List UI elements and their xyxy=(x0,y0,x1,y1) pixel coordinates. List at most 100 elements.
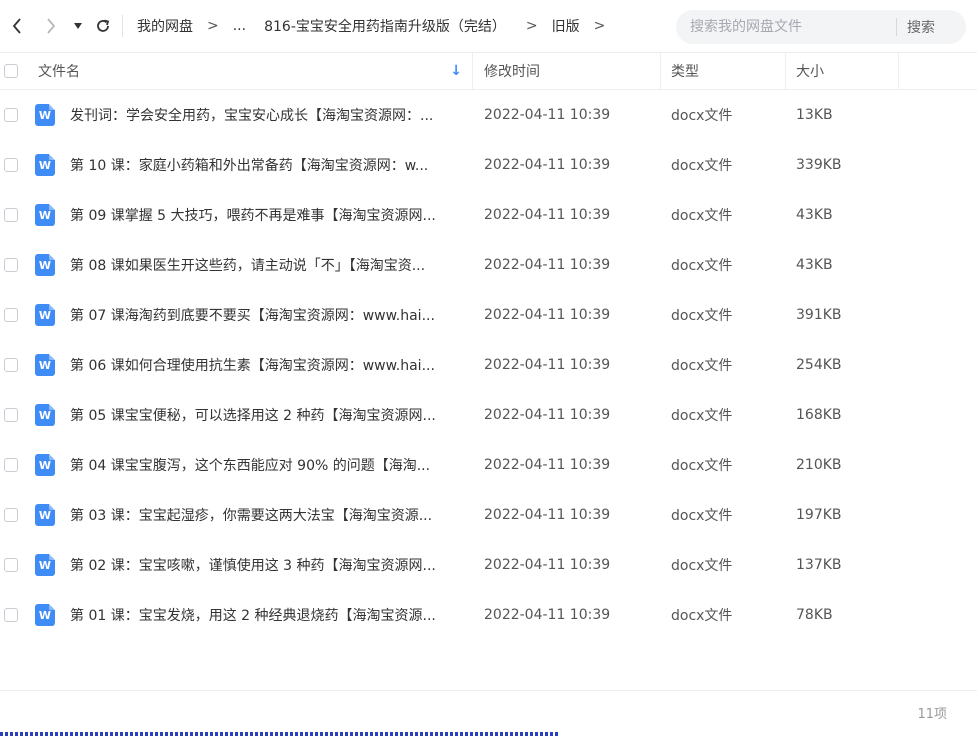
file-name-cell: W 第 08 课如果医生开这些药，请主动说「不」【海淘宝资... xyxy=(24,254,473,276)
file-name[interactable]: 第 06 课如何合理使用抗生素【海淘宝资源网：www.hai... xyxy=(70,355,435,375)
toolbar: 我的网盘 > ... 816-宝宝安全用药指南升级版（完结） > 旧版 > 搜索 xyxy=(0,0,977,52)
select-all-checkbox[interactable] xyxy=(4,64,18,78)
table-row[interactable]: W 第 01 课：宝宝发烧，用这 2 种经典退烧药【海淘宝资源... 2022-0… xyxy=(0,590,977,640)
modified-time: 2022-04-11 10:39 xyxy=(484,257,611,273)
file-name-cell: W 第 06 课如何合理使用抗生素【海淘宝资源网：www.hai... xyxy=(24,354,473,376)
select-all-cell xyxy=(0,64,24,78)
file-name[interactable]: 第 08 课如果医生开这些药，请主动说「不」【海淘宝资... xyxy=(70,255,425,275)
file-name[interactable]: 第 10 课：家庭小药箱和外出常备药【海淘宝资源网：w... xyxy=(70,155,428,175)
file-name[interactable]: 第 02 课：宝宝咳嗽，谨慎使用这 3 种药【海淘宝资源网... xyxy=(70,555,436,575)
search-box: 搜索 xyxy=(676,10,966,44)
file-size: 168KB xyxy=(796,407,842,423)
column-header-size[interactable]: 大小 xyxy=(786,53,899,89)
table-row[interactable]: W 第 05 课宝宝便秘，可以选择用这 2 种药【海淘宝资源网... 2022-0… xyxy=(0,390,977,440)
row-check-cell xyxy=(0,508,24,522)
file-size: 78KB xyxy=(796,607,833,623)
file-name[interactable]: 第 09 课掌握 5 大技巧，喂药不再是难事【海淘宝资源网... xyxy=(70,205,436,225)
table-row[interactable]: W 第 10 课：家庭小药箱和外出常备药【海淘宝资源网：w... 2022-04-… xyxy=(0,140,977,190)
forward-button[interactable] xyxy=(34,0,68,52)
file-name[interactable]: 第 03 课：宝宝起湿疹，你需要这两大法宝【海淘宝资源... xyxy=(70,505,432,525)
row-checkbox[interactable] xyxy=(4,608,18,622)
column-header-type[interactable]: 类型 xyxy=(661,53,786,89)
row-checkbox[interactable] xyxy=(4,108,18,122)
file-name[interactable]: 第 01 课：宝宝发烧，用这 2 种经典退烧药【海淘宝资源... xyxy=(70,605,436,625)
table-row[interactable]: W 第 08 课如果医生开这些药，请主动说「不」【海淘宝资... 2022-04-… xyxy=(0,240,977,290)
back-button[interactable] xyxy=(0,0,34,52)
bottom-edge-strip xyxy=(0,732,560,736)
modified-time: 2022-04-11 10:39 xyxy=(484,607,611,623)
column-header-time[interactable]: 修改时间 xyxy=(473,53,661,89)
file-name[interactable]: 第 07 课海淘药到底要不要买【海淘宝资源网：www.hai... xyxy=(70,305,435,325)
file-name-cell: W 第 04 课宝宝腹泻，这个东西能应对 90% 的问题【海淘... xyxy=(24,454,473,476)
sort-arrow-down-icon[interactable]: ↓ xyxy=(450,63,462,79)
search-input[interactable] xyxy=(676,10,896,44)
row-check-cell xyxy=(0,408,24,422)
status-bar: 11项 xyxy=(0,690,977,734)
file-name[interactable]: 第 05 课宝宝便秘，可以选择用这 2 种药【海淘宝资源网... xyxy=(70,405,436,425)
file-size: 43KB xyxy=(796,257,833,273)
file-name[interactable]: 发刊词：学会安全用药，宝宝安心成长【海淘宝资源网：... xyxy=(70,105,433,125)
word-doc-icon: W xyxy=(35,604,55,626)
item-count: 11项 xyxy=(917,707,947,722)
breadcrumb-item-root[interactable]: 我的网盘 xyxy=(131,16,199,36)
modified-time: 2022-04-11 10:39 xyxy=(484,207,611,223)
breadcrumb-separator: > xyxy=(593,18,606,34)
row-checkbox[interactable] xyxy=(4,358,18,372)
file-type: docx文件 xyxy=(671,158,733,174)
file-type: docx文件 xyxy=(671,308,733,324)
modified-time: 2022-04-11 10:39 xyxy=(484,407,611,423)
row-check-cell xyxy=(0,358,24,372)
row-checkbox[interactable] xyxy=(4,208,18,222)
breadcrumb-separator: > xyxy=(525,18,538,34)
file-name-cell: W 发刊词：学会安全用药，宝宝安心成长【海淘宝资源网：... xyxy=(24,104,473,126)
word-doc-icon: W xyxy=(35,104,55,126)
file-size: 137KB xyxy=(796,557,842,573)
table-row[interactable]: W 第 09 课掌握 5 大技巧，喂药不再是难事【海淘宝资源网... 2022-0… xyxy=(0,190,977,240)
row-checkbox[interactable] xyxy=(4,158,18,172)
breadcrumb-item-ellipsis[interactable]: ... xyxy=(227,18,252,34)
row-checkbox[interactable] xyxy=(4,258,18,272)
caret-down-icon xyxy=(74,23,82,29)
table-row[interactable]: W 第 03 课：宝宝起湿疹，你需要这两大法宝【海淘宝资源... 2022-04-… xyxy=(0,490,977,540)
file-name[interactable]: 第 04 课宝宝腹泻，这个东西能应对 90% 的问题【海淘... xyxy=(70,455,430,475)
search-button[interactable]: 搜索 xyxy=(897,17,947,37)
chevron-left-icon xyxy=(12,18,21,34)
breadcrumb-item-current[interactable]: 旧版 xyxy=(546,16,586,36)
row-checkbox[interactable] xyxy=(4,508,18,522)
file-size: 339KB xyxy=(796,157,842,173)
file-type: docx文件 xyxy=(671,258,733,274)
refresh-icon xyxy=(97,19,110,32)
file-name-cell: W 第 03 课：宝宝起湿疹，你需要这两大法宝【海淘宝资源... xyxy=(24,504,473,526)
row-check-cell xyxy=(0,608,24,622)
row-checkbox[interactable] xyxy=(4,408,18,422)
column-header-name[interactable]: 文件名 ↓ xyxy=(24,53,473,89)
modified-time: 2022-04-11 10:39 xyxy=(484,507,611,523)
table-row[interactable]: W 第 07 课海淘药到底要不要买【海淘宝资源网：www.hai... 2022-… xyxy=(0,290,977,340)
table-row[interactable]: W 发刊词：学会安全用药，宝宝安心成长【海淘宝资源网：... 2022-04-11… xyxy=(0,90,977,140)
breadcrumb-separator: > xyxy=(207,18,219,34)
table-row[interactable]: W 第 02 课：宝宝咳嗽，谨慎使用这 3 种药【海淘宝资源网... 2022-0… xyxy=(0,540,977,590)
row-checkbox[interactable] xyxy=(4,458,18,472)
file-name-cell: W 第 10 课：家庭小药箱和外出常备药【海淘宝资源网：w... xyxy=(24,154,473,176)
file-type: docx文件 xyxy=(671,108,733,124)
file-name-cell: W 第 02 课：宝宝咳嗽，谨慎使用这 3 种药【海淘宝资源网... xyxy=(24,554,473,576)
toolbar-divider xyxy=(122,15,123,37)
breadcrumb-item-folder[interactable]: 816-宝宝安全用药指南升级版（完结） xyxy=(252,16,512,36)
row-checkbox[interactable] xyxy=(4,558,18,572)
row-checkbox[interactable] xyxy=(4,308,18,322)
row-check-cell xyxy=(0,558,24,572)
table-row[interactable]: W 第 04 课宝宝腹泻，这个东西能应对 90% 的问题【海淘... 2022-0… xyxy=(0,440,977,490)
file-size: 254KB xyxy=(796,357,842,373)
column-header-time-label: 修改时间 xyxy=(484,64,540,80)
file-name-cell: W 第 09 课掌握 5 大技巧，喂药不再是难事【海淘宝资源网... xyxy=(24,204,473,226)
history-dropdown-button[interactable] xyxy=(68,0,88,52)
file-name-cell: W 第 05 课宝宝便秘，可以选择用这 2 种药【海淘宝资源网... xyxy=(24,404,473,426)
modified-time: 2022-04-11 10:39 xyxy=(484,557,611,573)
word-doc-icon: W xyxy=(35,504,55,526)
refresh-button[interactable] xyxy=(88,0,118,52)
file-type: docx文件 xyxy=(671,558,733,574)
table-row[interactable]: W 第 06 课如何合理使用抗生素【海淘宝资源网：www.hai... 2022-… xyxy=(0,340,977,390)
column-header-name-label: 文件名 xyxy=(38,64,80,80)
file-name-cell: W 第 07 课海淘药到底要不要买【海淘宝资源网：www.hai... xyxy=(24,304,473,326)
file-list: W 发刊词：学会安全用药，宝宝安心成长【海淘宝资源网：... 2022-04-11… xyxy=(0,90,977,640)
